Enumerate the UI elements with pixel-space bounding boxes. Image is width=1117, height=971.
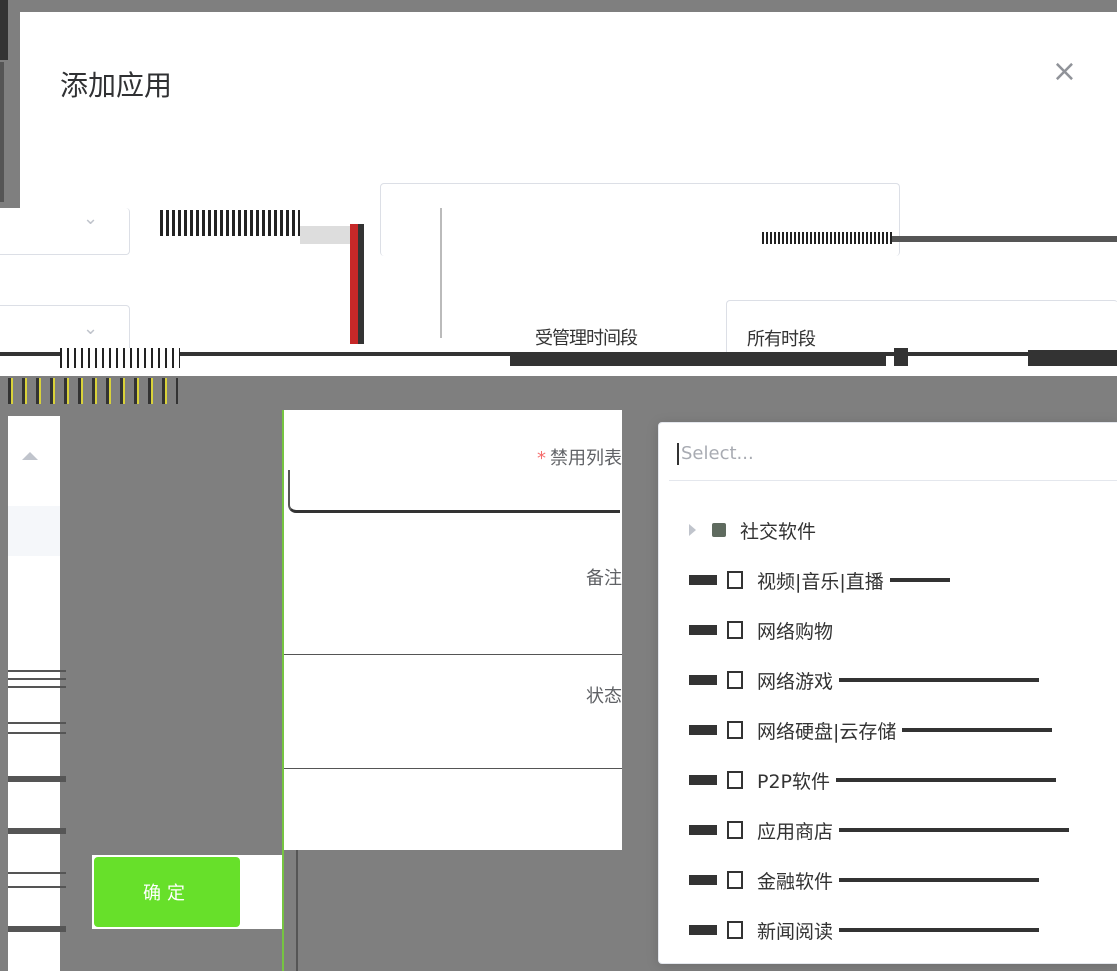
edge-fragment	[0, 62, 4, 202]
tree-node[interactable]: 网络购物	[689, 615, 833, 645]
node-checkbox[interactable]	[712, 523, 726, 537]
left-select[interactable]: ⌄	[0, 208, 130, 255]
garbled-fragment	[60, 348, 180, 368]
block-list-input-edge	[288, 470, 620, 513]
divider	[296, 850, 298, 971]
divider	[440, 208, 442, 338]
tree-node-label: 网络购物	[757, 620, 834, 643]
glitch-stripe	[839, 828, 1070, 832]
left-select[interactable]: ⌄	[0, 305, 130, 353]
tree-node-label: P2P软件	[757, 770, 831, 793]
node-checkbox[interactable]	[727, 621, 743, 639]
glitch-stripe	[839, 928, 1040, 932]
chevron-down-icon: ⌄	[83, 208, 99, 229]
garbled-fragment	[300, 226, 350, 244]
dialog-header: 添加应用 ×	[20, 12, 1117, 208]
tree-node-label: 新闻阅读	[757, 920, 834, 943]
time-select-value: 所有时段	[747, 329, 816, 350]
form-panel: * 禁用列表 备注 状态	[282, 410, 622, 850]
edge-fragment	[0, 0, 8, 60]
tree-search-input[interactable]: Select...	[677, 443, 754, 465]
node-checkbox[interactable]	[727, 871, 743, 889]
tree-node-label: 网络硬盘|云存储	[757, 720, 897, 743]
tree-node[interactable]: P2P软件	[689, 765, 1057, 795]
tree-node[interactable]: 视频|音乐|直播	[689, 565, 950, 595]
divider	[282, 654, 622, 655]
tree-node[interactable]: 社交软件	[689, 515, 816, 545]
node-checkbox[interactable]	[727, 921, 743, 939]
garbled-fragment	[892, 236, 1117, 242]
glitch-bar	[894, 348, 908, 366]
close-icon[interactable]: ×	[1052, 54, 1077, 89]
block-list-label: * 禁用列表	[537, 448, 622, 469]
node-handle-icon	[689, 825, 721, 835]
node-checkbox[interactable]	[727, 771, 743, 789]
tree-node[interactable]: 金融软件	[689, 865, 1040, 895]
glitch-stripe	[902, 728, 1053, 732]
node-checkbox[interactable]	[727, 721, 743, 739]
confirm-button[interactable]: 确定	[94, 857, 240, 927]
list-item[interactable]	[8, 506, 60, 556]
tree-node[interactable]: 应用商店	[689, 815, 1070, 845]
divider	[282, 768, 622, 769]
tree-node[interactable]: 网络游戏	[689, 665, 1040, 695]
garbled-fragment	[762, 232, 892, 244]
scroll-up-icon[interactable]	[22, 452, 38, 460]
time-label: 受管理时间段	[535, 328, 638, 349]
tree-node-label: 社交软件	[740, 520, 817, 543]
chevron-down-icon: ⌄	[83, 318, 99, 339]
glitch-stripe	[839, 878, 1040, 882]
node-handle-icon	[689, 875, 721, 885]
dialog-title: 添加应用	[60, 69, 173, 102]
glitch-strip	[8, 378, 178, 404]
left-list-panel[interactable]	[8, 416, 66, 971]
upper-input[interactable]	[380, 183, 900, 256]
garbled-label	[160, 210, 300, 236]
tree-node-label: 金融软件	[757, 870, 834, 893]
node-handle-icon	[689, 725, 721, 735]
glitch-stripe	[839, 678, 1040, 682]
node-checkbox[interactable]	[727, 671, 743, 689]
glitch-bar	[282, 410, 284, 971]
dropdown-separator	[669, 480, 1117, 481]
glitch-bar	[350, 224, 358, 344]
node-handle-icon	[689, 775, 721, 785]
tree-node-label: 网络游戏	[757, 670, 834, 693]
tree-select-dropdown[interactable]: Select... 社交软件视频|音乐|直播 网络购物网络游戏网络硬盘|云存储 P2…	[658, 422, 1117, 964]
node-handle-icon	[689, 575, 721, 585]
node-handle-icon	[689, 675, 721, 685]
glitch-bar	[1028, 350, 1117, 366]
glitch-bar	[510, 354, 886, 366]
tree-node-label: 应用商店	[757, 820, 834, 843]
tree-node-label: 视频|音乐|直播	[757, 570, 884, 593]
node-checkbox[interactable]	[727, 821, 743, 839]
glitch-bar	[358, 224, 364, 344]
expand-caret-icon[interactable]	[689, 524, 696, 536]
tree-node[interactable]: 网络硬盘|云存储	[689, 715, 1053, 745]
glitch-stripe	[836, 778, 1057, 782]
node-checkbox[interactable]	[727, 571, 743, 589]
tree-node[interactable]: 新闻阅读	[689, 915, 1040, 945]
node-handle-icon	[689, 925, 721, 935]
status-label: 状态	[586, 686, 622, 707]
node-handle-icon	[689, 625, 721, 635]
glitch-stripe	[889, 578, 950, 582]
remark-label: 备注	[586, 568, 622, 589]
